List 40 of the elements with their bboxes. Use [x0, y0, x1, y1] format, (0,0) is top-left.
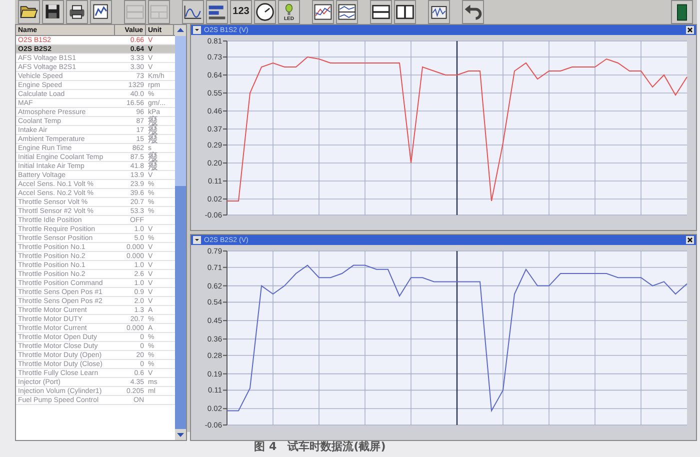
numeric-view-button[interactable]: 123 [230, 0, 252, 24]
undo-button[interactable] [462, 0, 484, 24]
split-rows-icon [371, 2, 391, 22]
table-cell-text: 癈 [147, 153, 159, 162]
chart-icon [91, 2, 111, 22]
split-columns-icon [395, 2, 415, 22]
figure-caption: 图 4 试车时数据流(截屏) [254, 439, 386, 454]
table-cell-text: 癈 [147, 135, 159, 144]
stacked-graph-button[interactable] [336, 0, 358, 24]
scroll-down-icon[interactable] [175, 429, 186, 440]
undo-icon [463, 2, 483, 22]
gauge-icon [255, 2, 275, 22]
printer-button[interactable] [66, 0, 88, 24]
scroll-up-icon[interactable] [175, 25, 186, 36]
gauge-button[interactable] [254, 0, 276, 24]
exit-button[interactable] [671, 0, 693, 24]
save-button[interactable] [42, 0, 64, 24]
split-columns-button[interactable] [394, 0, 416, 24]
bar-graph-button[interactable] [206, 0, 228, 24]
close-icon[interactable] [686, 26, 694, 34]
stacked-graph-icon [337, 2, 357, 22]
table-cell-text: 癈 [147, 162, 159, 171]
split-grid-icon [149, 2, 169, 22]
scrollbar[interactable] [175, 25, 186, 440]
folder-button[interactable] [18, 0, 40, 24]
table-cell-text: 癈 [147, 126, 159, 135]
split-rows-button[interactable] [370, 0, 392, 24]
scope-button[interactable] [428, 0, 450, 24]
cursor-line[interactable] [456, 41, 458, 215]
cursor-line[interactable] [456, 251, 458, 425]
line-graph-button[interactable] [182, 0, 204, 24]
chart-button[interactable] [90, 0, 112, 24]
printer-icon [67, 2, 87, 22]
menu-icon[interactable] [193, 236, 201, 244]
close-icon[interactable] [686, 236, 694, 244]
multi-graph-button[interactable] [312, 0, 334, 24]
multi-graph-icon [313, 2, 333, 22]
split-rows-icon [125, 2, 145, 22]
menu-icon[interactable] [193, 26, 201, 34]
table-cell-text: 癈 [147, 117, 159, 126]
